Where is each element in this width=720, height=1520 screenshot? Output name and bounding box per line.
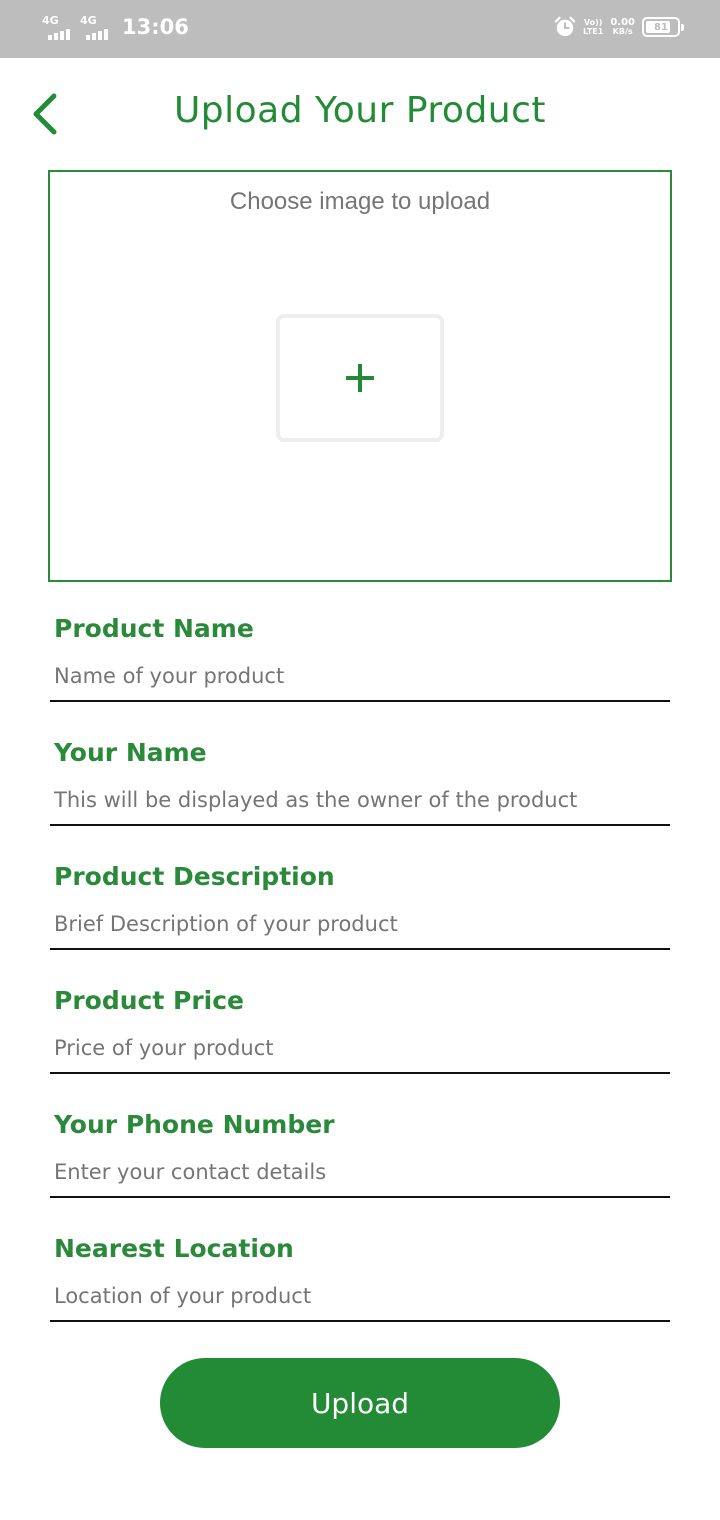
product-name-label: Product Name [54,614,254,643]
product-price-field: Product Price [50,986,670,1086]
speed-value: 0.00 [610,17,635,28]
owner-name-input[interactable] [50,782,670,826]
volte-indicator: Vo)) LTE1 [583,18,603,36]
battery-tip [681,24,684,31]
alarm-clock-icon [554,16,576,37]
location-input[interactable] [50,1278,670,1322]
sim2-signal-icon: 4G [80,14,112,40]
sim2-label: 4G [80,14,97,27]
product-description-label: Product Description [54,862,335,891]
product-name-input[interactable] [50,658,670,702]
phone-number-field: Your Phone Number [50,1110,670,1210]
status-right: Vo)) LTE1 0.00 KB/s 81 [554,16,684,38]
product-description-input[interactable] [50,906,670,950]
page-title: Upload Your Product [173,90,547,131]
battery-icon: 81 [642,17,684,37]
sim1-signal-icon: 4G [42,14,74,40]
owner-name-field: Your Name [50,738,670,838]
status-bar: 4G 4G 13:06 Vo)) LTE1 0.00 KB/s 81 [0,0,720,58]
clock: 13:06 [122,15,189,39]
volte-bottom: LTE1 [583,27,604,36]
product-price-label: Product Price [54,986,244,1015]
battery-level: 81 [654,21,668,33]
upload-button[interactable]: Upload [160,1358,560,1448]
status-left: 4G 4G 13:06 [42,14,189,40]
volte-top: Vo)) [583,18,603,27]
phone-number-label: Your Phone Number [54,1110,335,1139]
phone-number-input[interactable] [50,1154,670,1198]
speed-unit: KB/s [612,27,633,36]
sim1-label: 4G [42,14,59,27]
location-label: Nearest Location [54,1234,294,1263]
owner-name-label: Your Name [54,738,207,767]
location-field: Nearest Location [50,1234,670,1334]
add-image-button[interactable] [276,314,444,442]
product-description-field: Product Description [50,862,670,962]
upload-hint: Choose image to upload [229,188,491,215]
product-name-field: Product Name [50,614,670,714]
network-speed: 0.00 KB/s [610,17,635,37]
image-upload-area: Choose image to upload [48,170,672,582]
plus-icon [346,364,374,392]
product-price-input[interactable] [50,1030,670,1074]
